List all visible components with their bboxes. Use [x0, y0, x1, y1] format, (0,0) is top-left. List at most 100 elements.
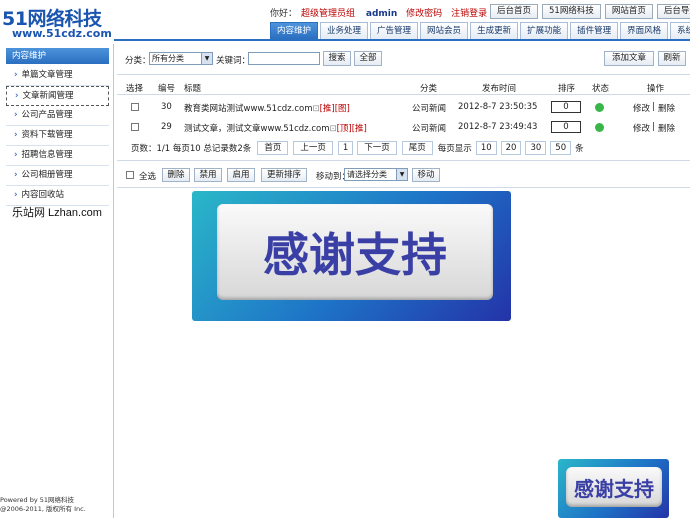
row-title-link[interactable]: 教育类网站测试www.51cdz.com [184, 104, 312, 114]
sort-input[interactable]: 0 [551, 101, 581, 113]
all-button[interactable]: 全部 [354, 51, 382, 66]
per-page-50[interactable]: 50 [550, 141, 572, 155]
divider [117, 187, 690, 188]
sidebar: 内容维护 单篇文章管理 文章新闻管理 公司产品管理 资料下载管理 招聘信息管理 … [0, 44, 114, 518]
company-button[interactable]: 51网络科技 [542, 4, 601, 19]
tab-theme[interactable]: 界面风格 [620, 22, 669, 39]
admin-nav-button[interactable]: 后台导航 [656, 4, 690, 19]
site-home-button[interactable]: 网站首页 [604, 4, 653, 19]
nav-tabs: 内容维护 业务处理 广告管理 网站会员 生成更新 扩展功能 插件管理 界面风格 … [270, 22, 690, 39]
enable-button[interactable]: 启用 [227, 168, 255, 182]
row-title: 测试文章，测试文章www.51cdz.com⊡[顶][推] [184, 122, 367, 134]
select-all-label[interactable]: 全选 [139, 170, 156, 182]
sidebar-list: 单篇文章管理 文章新闻管理 公司产品管理 资料下载管理 招聘信息管理 公司相册管… [6, 66, 109, 206]
keyword-input[interactable] [248, 52, 320, 65]
col-actions: 操作 [647, 84, 665, 94]
chevron-down-icon: ▼ [396, 169, 407, 180]
keyword-label: 关键词： [216, 56, 251, 66]
col-status: 状态 [592, 84, 610, 94]
col-title: 标题 [184, 84, 202, 94]
col-category: 分类 [420, 84, 438, 94]
greeting: 你好： [270, 9, 298, 19]
current-page[interactable]: 1 [337, 141, 354, 155]
tab-business[interactable]: 业务处理 [320, 22, 369, 39]
user-role: 超级管理员组 [301, 9, 356, 19]
sidebar-item-downloads[interactable]: 资料下载管理 [6, 126, 109, 146]
last-page-button[interactable]: 尾页 [401, 141, 433, 155]
row-checkbox[interactable] [131, 123, 139, 131]
top-buttons: 后台首页 51网络科技 网站首页 后台导航 [490, 4, 690, 19]
tab-content[interactable]: 内容维护 [270, 22, 319, 39]
per-page-label: 每页显示 [437, 144, 472, 154]
row-tags[interactable]: [顶][推] [337, 124, 367, 134]
logo-url: www.51cdz.com [12, 27, 112, 40]
row-title: 教育类网站测试www.51cdz.com⊡[推][图] [184, 102, 350, 114]
sidebar-item-news[interactable]: 文章新闻管理 [6, 86, 109, 106]
sort-input[interactable]: 0 [551, 121, 581, 133]
footer-powered: Powered by 51网络科技 [0, 496, 75, 504]
image-icon: ⊡ [312, 104, 320, 114]
col-time: 发布时间 [482, 84, 517, 94]
row-id: 29 [161, 122, 172, 132]
move-button[interactable]: 移动 [412, 168, 440, 182]
divider [117, 160, 690, 161]
tab-generate[interactable]: 生成更新 [470, 22, 519, 39]
row-title-link[interactable]: 测试文章，测试文章www.51cdz.com [184, 124, 329, 134]
divider [117, 74, 690, 75]
table-header: 选择 编号 标题 分类 发布时间 排序 状态 操作 [117, 80, 690, 94]
per-page-unit: 条 [575, 144, 584, 154]
category-select[interactable]: 所有分类 ▼ [149, 52, 213, 65]
change-password-link[interactable]: 修改密码 [406, 9, 442, 19]
update-sort-button[interactable]: 更新排序 [261, 168, 307, 182]
action-bar: 全选 删除 禁用 启用 更新排序 移动到： 请选择分类 ▼ 移动 [117, 168, 690, 186]
move-select-value: 请选择分类 [347, 170, 387, 179]
search-button[interactable]: 搜索 [323, 51, 351, 66]
sidebar-item-products[interactable]: 公司产品管理 [6, 106, 109, 126]
delete-link[interactable]: 删除 [658, 122, 675, 134]
row-checkbox[interactable] [131, 103, 139, 111]
add-article-button[interactable]: 添加文章 [604, 51, 654, 66]
status-ok-icon[interactable] [595, 123, 604, 132]
admin-home-button[interactable]: 后台首页 [490, 4, 539, 19]
delete-button[interactable]: 删除 [162, 168, 190, 182]
sidebar-item-single-article[interactable]: 单篇文章管理 [6, 66, 109, 86]
row-category: 公司新闻 [412, 124, 447, 134]
tab-plugins[interactable]: 插件管理 [570, 22, 619, 39]
thanks-banner-small[interactable]: 感谢支持 [558, 459, 669, 518]
next-page-button[interactable]: 下一页 [357, 141, 397, 155]
row-tags[interactable]: [推][图] [320, 104, 350, 114]
sidebar-item-albums[interactable]: 公司相册管理 [6, 166, 109, 186]
sidebar-item-jobs[interactable]: 招聘信息管理 [6, 146, 109, 166]
separator: | [652, 122, 655, 132]
tab-extensions[interactable]: 扩展功能 [520, 22, 569, 39]
delete-link[interactable]: 删除 [658, 102, 675, 114]
tab-members[interactable]: 网站会员 [420, 22, 469, 39]
per-page-20[interactable]: 20 [500, 141, 522, 155]
sidebar-item-recycle[interactable]: 内容回收站 [6, 186, 109, 206]
footer-copyright: @2006-2011, 版权所有 Inc. [0, 505, 86, 513]
tab-settings[interactable]: 系统设置 [670, 22, 690, 39]
select-all-checkbox[interactable] [126, 171, 134, 179]
per-page-10[interactable]: 10 [475, 141, 497, 155]
refresh-button[interactable]: 刷新 [658, 51, 686, 66]
disable-button[interactable]: 禁用 [194, 168, 222, 182]
status-ok-icon[interactable] [595, 103, 604, 112]
edit-link[interactable]: 修改 [633, 122, 650, 134]
chevron-down-icon: ▼ [201, 53, 212, 64]
category-label: 分类： [125, 56, 151, 66]
first-page-button[interactable]: 首页 [257, 141, 289, 155]
logout-link[interactable]: 注销登录 [451, 9, 487, 19]
prev-page-button[interactable]: 上一页 [293, 141, 333, 155]
image-icon: ⊡ [329, 124, 337, 134]
col-sort: 排序 [558, 84, 576, 94]
tab-ads[interactable]: 广告管理 [370, 22, 419, 39]
edit-link[interactable]: 修改 [633, 102, 650, 114]
col-select: 选择 [126, 84, 144, 94]
sidebar-footer: Powered by 51网络科技 @2006-2011, 版权所有 Inc. [0, 496, 86, 514]
sidebar-header: 内容维护 [6, 48, 109, 64]
thanks-banner[interactable]: 感谢支持 [192, 191, 511, 321]
move-category-select[interactable]: 请选择分类 ▼ [344, 168, 408, 181]
divider [117, 94, 690, 95]
per-page-30[interactable]: 30 [525, 141, 547, 155]
username: admin [365, 9, 398, 19]
